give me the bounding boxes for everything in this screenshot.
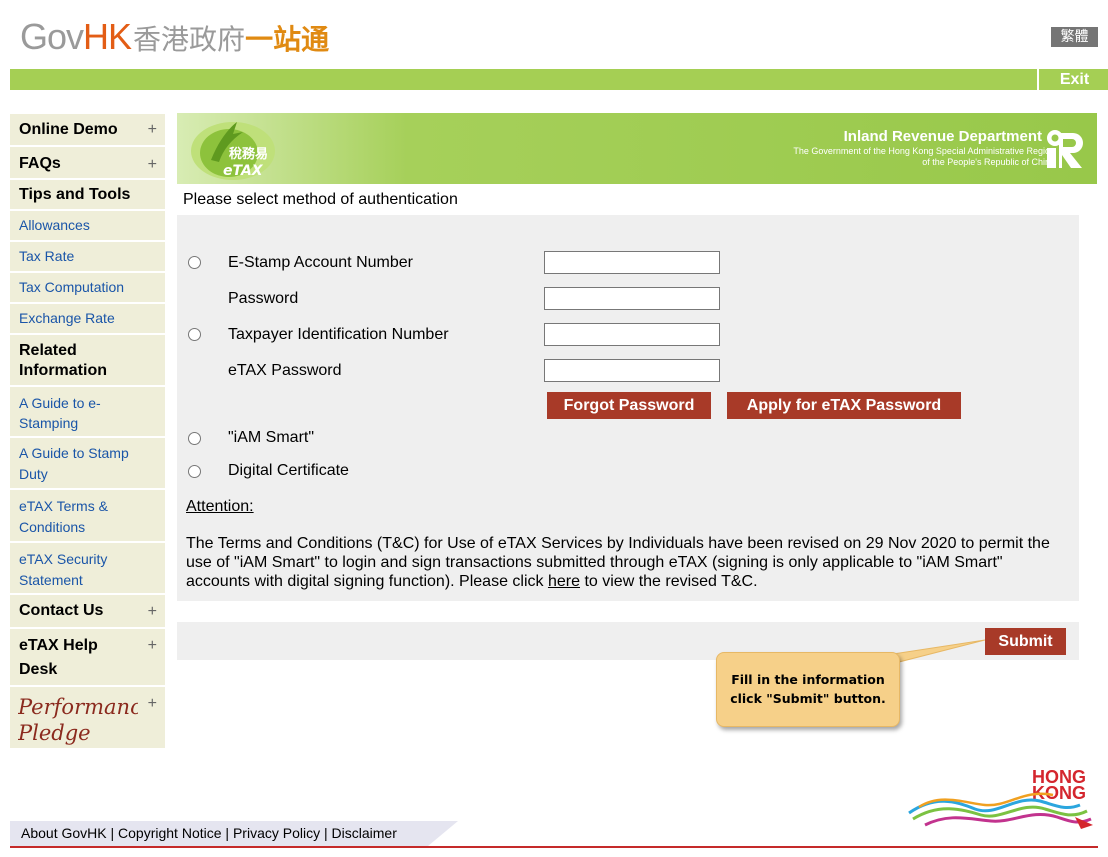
estamp-account-input[interactable] bbox=[544, 251, 720, 274]
sidebar-nav: Online Demo + FAQs + Tips and Tools Allo… bbox=[10, 114, 165, 750]
sidebar-item-performance-pledge[interactable]: Performance Pledge + bbox=[10, 687, 165, 750]
sidebar-link-tax-computation[interactable]: Tax Computation bbox=[10, 273, 165, 304]
ird-dept-subtitle: The Government of the Hong Kong Special … bbox=[793, 146, 1055, 168]
sidebar-item-label: Online Demo bbox=[19, 121, 118, 138]
sidebar-heading-related-info: Related Information bbox=[10, 335, 165, 387]
footer-about-link[interactable]: About GovHK bbox=[21, 825, 107, 841]
auth-method-title: Please select method of authentication bbox=[183, 191, 458, 208]
tin-input[interactable] bbox=[544, 323, 720, 346]
sidebar-link-label: eTAX Terms & Conditions bbox=[19, 498, 108, 535]
sidebar-item-label: eTAX Help Desk bbox=[19, 637, 98, 678]
ird-subtitle-line2: of the People's Republic of China bbox=[922, 157, 1055, 167]
performance-pledge-text-2: Pledge bbox=[18, 721, 91, 745]
footer-red-line bbox=[10, 846, 1098, 848]
footer-disclaimer-link[interactable]: Disclaimer bbox=[332, 825, 397, 841]
footer-tail-shape bbox=[428, 821, 458, 846]
performance-pledge-text: Performance bbox=[18, 695, 138, 719]
tin-label: Taxpayer Identification Number bbox=[228, 326, 449, 343]
notice-text-end: to view the revised T&C. bbox=[580, 573, 758, 590]
expand-icon: + bbox=[147, 121, 157, 138]
etax-password-input[interactable] bbox=[544, 359, 720, 382]
sidebar-link-label: Allowances bbox=[19, 217, 90, 233]
sidebar-heading-tips-tools: Tips and Tools bbox=[10, 180, 165, 211]
attention-label: Attention: bbox=[186, 498, 254, 515]
expand-icon: + bbox=[147, 637, 157, 654]
exit-button[interactable]: Exit bbox=[1037, 69, 1108, 90]
language-toggle-button[interactable]: 繁體 bbox=[1051, 27, 1098, 47]
sidebar-link-etax-security[interactable]: eTAX Security Statement bbox=[10, 543, 165, 595]
sidebar-link-exchange-rate[interactable]: Exchange Rate bbox=[10, 304, 165, 335]
tnc-revision-notice: The Terms and Conditions (T&C) for Use o… bbox=[186, 534, 1066, 591]
estamp-label: E-Stamp Account Number bbox=[228, 254, 413, 271]
password-label: Password bbox=[228, 290, 299, 307]
ird-subtitle-line1: The Government of the Hong Kong Special … bbox=[793, 146, 1055, 156]
sidebar-link-label: A Guide to e-Stamping bbox=[19, 395, 101, 431]
sidebar-item-label: Contact Us bbox=[19, 602, 104, 619]
expand-icon: + bbox=[147, 695, 157, 712]
ird-dept-name: Inland Revenue Department bbox=[843, 128, 1042, 145]
apply-etax-password-button[interactable]: Apply for eTAX Password bbox=[727, 392, 961, 419]
tnc-here-link[interactable]: here bbox=[548, 573, 580, 590]
sidebar-item-label: FAQs bbox=[19, 155, 61, 172]
footer-separator: | bbox=[323, 825, 328, 841]
logo-chinese-text: 香港政府 bbox=[133, 24, 246, 55]
sidebar-link-label: Tax Computation bbox=[19, 279, 125, 295]
footer-separator: | bbox=[110, 825, 115, 841]
footer-separator: | bbox=[225, 825, 230, 841]
govhk-logo[interactable]: Gov HK 香港政府 一站通 bbox=[20, 16, 330, 58]
logo-gov-text: Gov bbox=[20, 16, 84, 57]
sidebar-link-guide-estamping[interactable]: A Guide to e-Stamping bbox=[10, 387, 165, 438]
callout-line2: click "Submit" button. bbox=[730, 691, 886, 706]
sidebar-link-label: eTAX Security Statement bbox=[19, 551, 108, 588]
etax-logo-zh: 稅務易 bbox=[229, 146, 268, 162]
sidebar-link-allowances[interactable]: Allowances bbox=[10, 211, 165, 242]
footer-copyright-link[interactable]: Copyright Notice bbox=[118, 825, 222, 841]
digital-certificate-label: Digital Certificate bbox=[228, 462, 349, 479]
brand-hong-kong-logo[interactable]: HONG KONG bbox=[905, 765, 1095, 835]
footer-privacy-link[interactable]: Privacy Policy bbox=[233, 825, 320, 841]
sidebar-link-tax-rate[interactable]: Tax Rate bbox=[10, 242, 165, 273]
ird-logo-icon bbox=[1047, 130, 1083, 168]
expand-icon: + bbox=[147, 156, 157, 173]
sidebar-link-label: Tax Rate bbox=[19, 248, 75, 264]
etax-logo-en: eTAX bbox=[223, 163, 264, 179]
logo-chinese-highlight: 一站通 bbox=[245, 24, 330, 55]
performance-pledge-logo: Performance Pledge bbox=[18, 695, 138, 745]
logo-hk-text: HK bbox=[83, 16, 132, 57]
callout-line1: Fill in the information bbox=[731, 672, 885, 687]
etax-password-label: eTAX Password bbox=[228, 362, 342, 379]
sidebar-link-guide-stamp-duty[interactable]: A Guide to Stamp Duty bbox=[10, 438, 165, 490]
submit-button[interactable]: Submit bbox=[985, 628, 1066, 655]
sidebar-item-contact-us[interactable]: Contact Us + bbox=[10, 595, 165, 629]
sidebar-heading-label: Tips and Tools bbox=[19, 186, 131, 203]
radio-tin[interactable] bbox=[188, 328, 201, 341]
radio-iam-smart[interactable] bbox=[188, 432, 201, 445]
iam-smart-label: "iAM Smart" bbox=[228, 429, 315, 446]
sidebar-link-label: A Guide to Stamp Duty bbox=[19, 445, 129, 482]
sidebar-item-etax-help-desk[interactable]: eTAX Help Desk + bbox=[10, 629, 165, 687]
sidebar-link-label: Exchange Rate bbox=[19, 310, 115, 326]
password-input[interactable] bbox=[544, 287, 720, 310]
sidebar-link-etax-terms[interactable]: eTAX Terms & Conditions bbox=[10, 490, 165, 543]
footer-links: About GovHK | Copyright Notice | Privacy… bbox=[10, 821, 428, 846]
sidebar-item-faqs[interactable]: FAQs + bbox=[10, 147, 165, 180]
radio-digital-certificate[interactable] bbox=[188, 465, 201, 478]
radio-estamp[interactable] bbox=[188, 256, 201, 269]
sidebar-heading-label: Related Information bbox=[19, 342, 107, 379]
sidebar-item-online-demo[interactable]: Online Demo + bbox=[10, 114, 165, 147]
instruction-callout: Fill in the information click "Submit" b… bbox=[716, 652, 900, 727]
expand-icon: + bbox=[147, 603, 157, 620]
top-green-bar bbox=[10, 69, 1108, 90]
forgot-password-button[interactable]: Forgot Password bbox=[547, 392, 711, 419]
etax-logo: 稅務易 eTAX bbox=[191, 122, 275, 180]
